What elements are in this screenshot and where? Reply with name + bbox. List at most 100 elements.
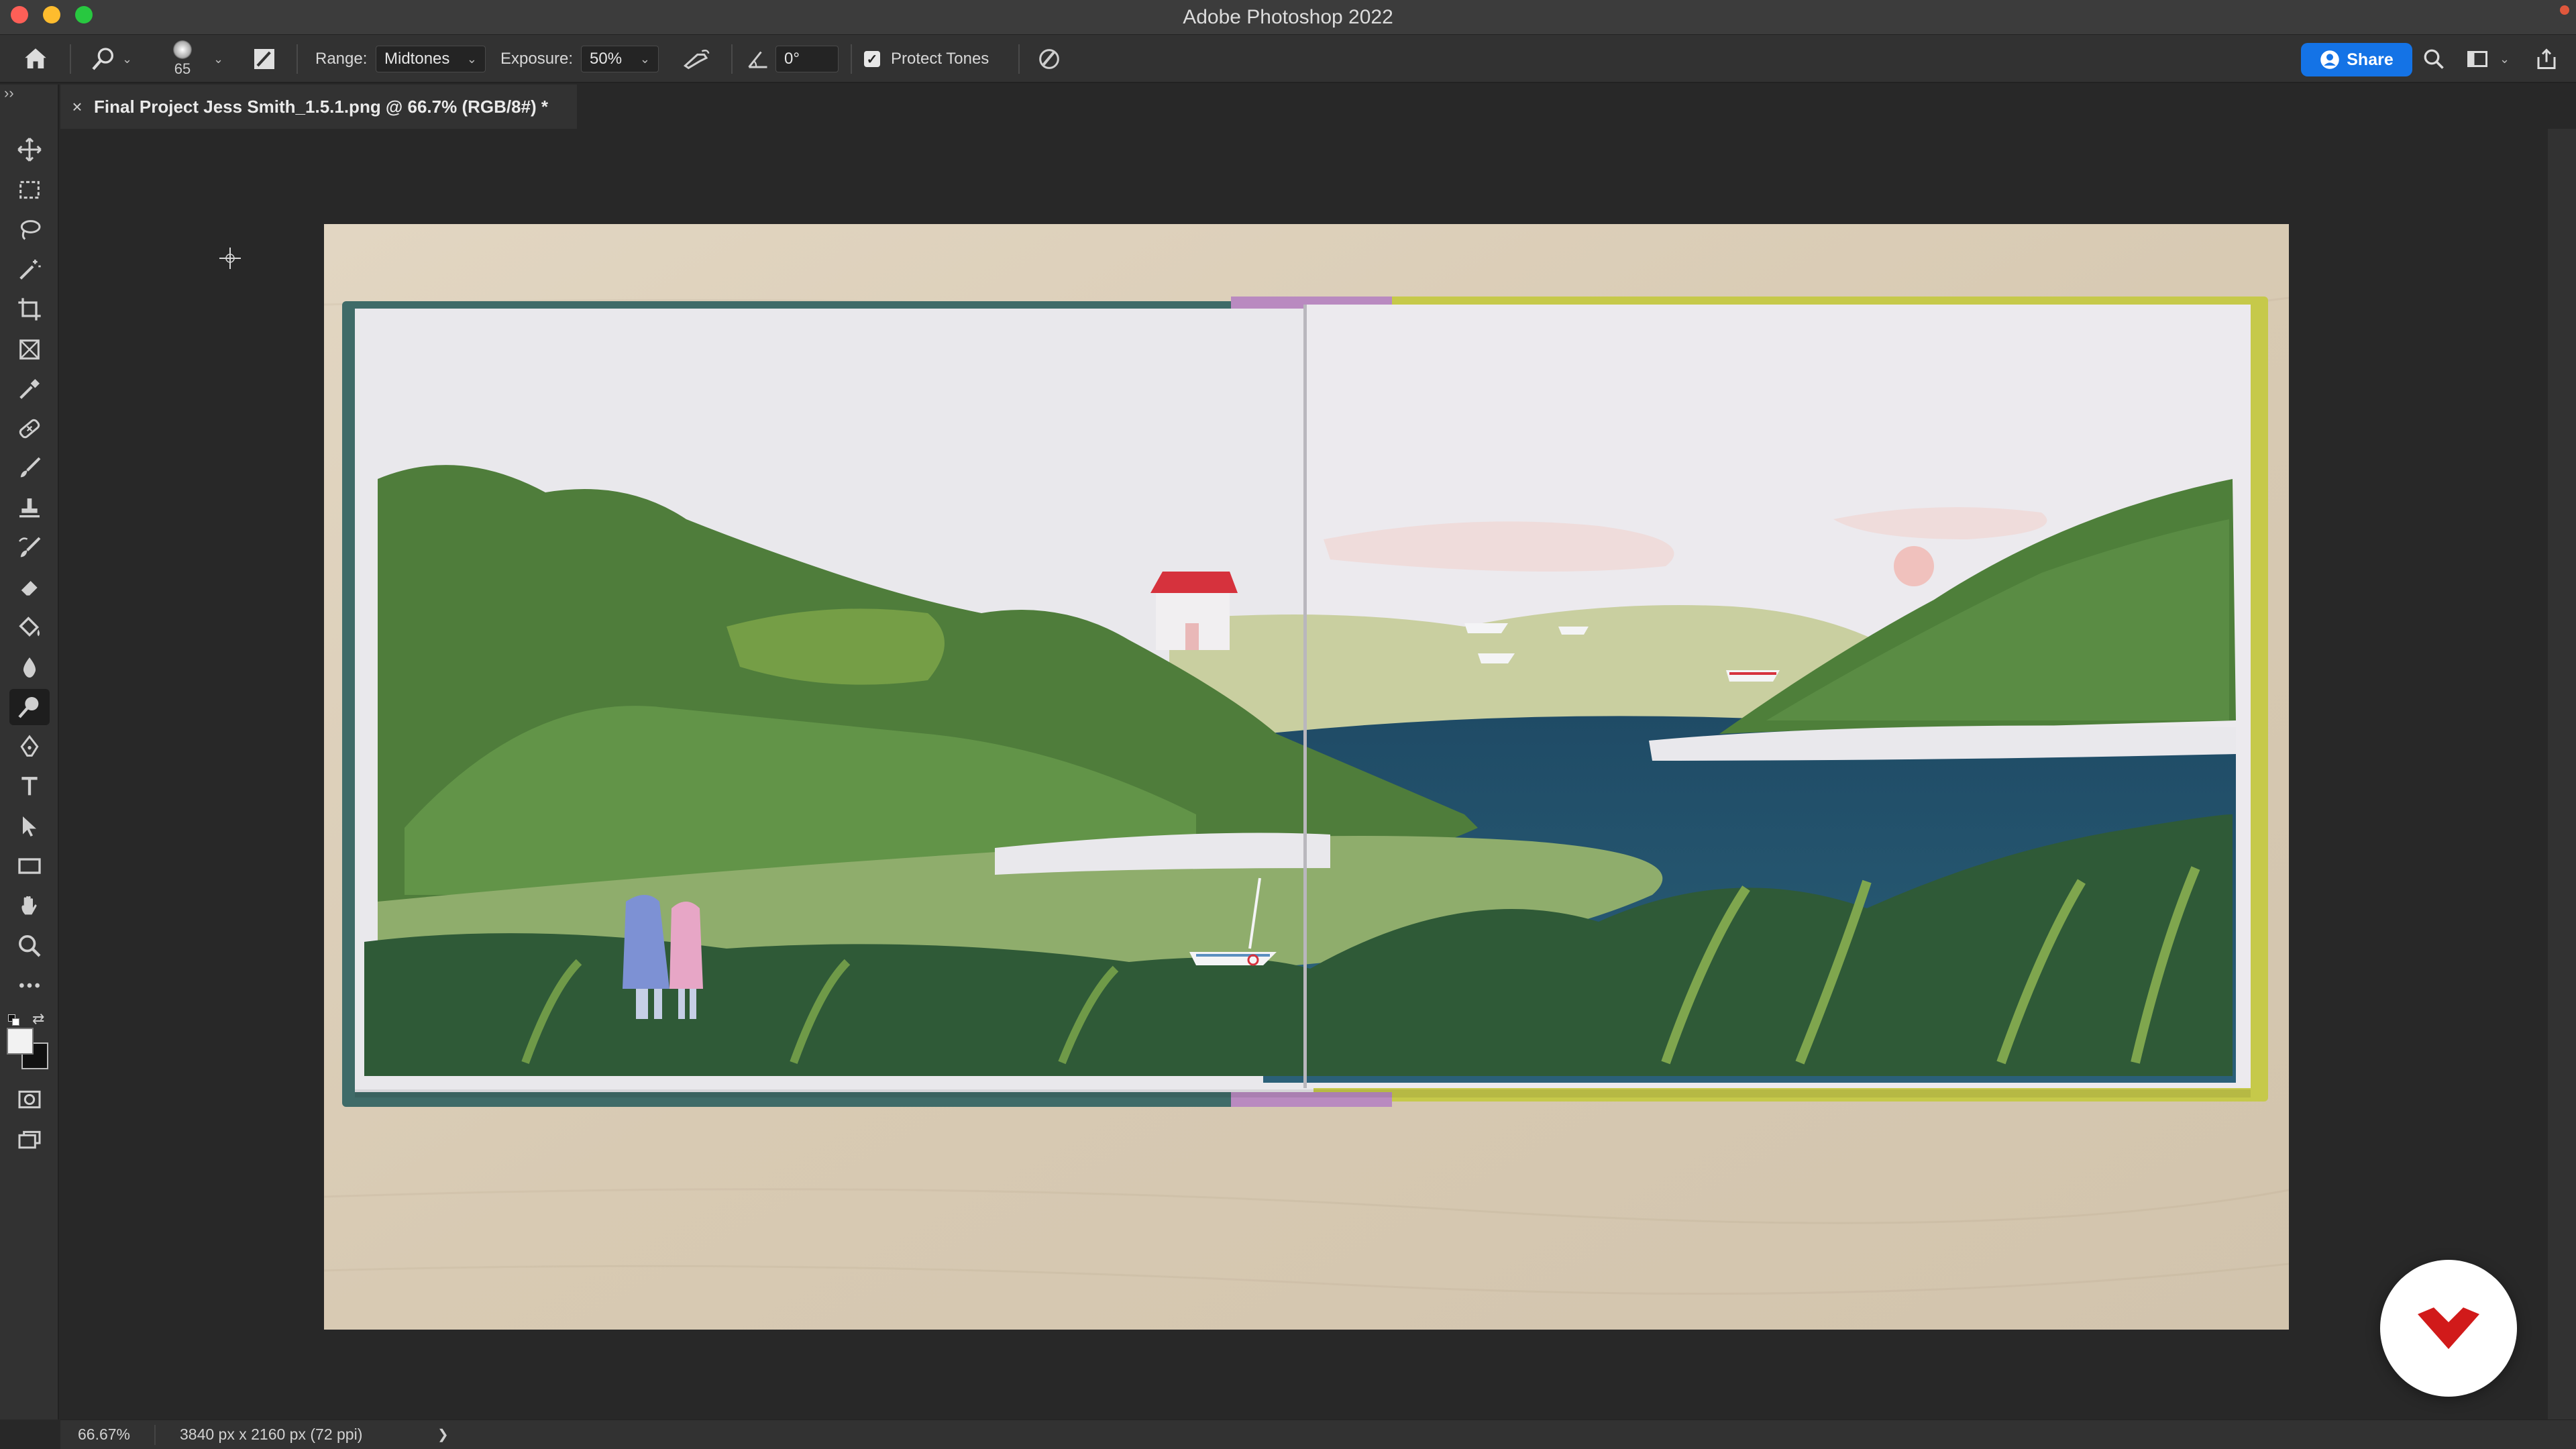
exposure-field[interactable]: 50% ⌄ xyxy=(581,46,659,72)
eraser-tool-icon xyxy=(19,581,38,598)
rectangle-tool[interactable] xyxy=(9,848,50,884)
airbrush-button[interactable] xyxy=(682,35,711,83)
crosshair-cursor-icon xyxy=(219,248,241,269)
range-label: Range: xyxy=(315,50,368,68)
clone-stamp-tool[interactable] xyxy=(9,490,50,527)
protect-tones-toggle[interactable]: ✓ Protect Tones xyxy=(864,35,989,83)
document-info: 3840 px x 2160 px (72 ppi) xyxy=(180,1426,363,1443)
divider xyxy=(851,44,852,74)
path-selection-tool-icon xyxy=(23,816,36,837)
default-colors-icon[interactable] xyxy=(8,1014,20,1026)
eyedropper-tool[interactable] xyxy=(9,371,50,407)
brush-settings-icon xyxy=(254,49,274,69)
chevron-down-icon[interactable]: ⌄ xyxy=(213,52,223,66)
panel-dock-edge xyxy=(2548,129,2576,1419)
home-icon xyxy=(25,48,46,68)
workspace-switcher[interactable]: ⌄ xyxy=(2465,35,2510,83)
pen-tool-icon xyxy=(20,735,39,757)
crop-tool-icon xyxy=(18,298,41,321)
frame-tool-icon xyxy=(19,339,40,360)
export-button[interactable] xyxy=(2534,35,2559,83)
brush-tool[interactable] xyxy=(9,450,50,486)
marquee-tool-icon xyxy=(19,180,40,199)
chevron-down-icon: ⌄ xyxy=(466,52,477,66)
zoom-tool-icon xyxy=(19,935,41,957)
brush-settings-button[interactable] xyxy=(251,35,278,83)
logo-mark-icon xyxy=(2418,1307,2479,1349)
tool-preset-picker[interactable]: ⌄ xyxy=(90,35,132,83)
marquee-tool[interactable] xyxy=(9,172,50,208)
path-selection-tool[interactable] xyxy=(9,808,50,845)
paint-bucket-tool[interactable] xyxy=(9,609,50,645)
rectangle-tool-icon xyxy=(18,858,41,874)
eyedropper-tool-icon xyxy=(19,379,40,399)
eraser-tool[interactable] xyxy=(9,570,50,606)
hand-tool[interactable] xyxy=(9,888,50,924)
dodge-tool[interactable] xyxy=(9,689,50,725)
protect-tones-label: Protect Tones xyxy=(891,50,989,68)
chevron-down-icon: ⌄ xyxy=(2500,52,2510,66)
share-button[interactable]: Share xyxy=(2301,43,2412,76)
search-icon xyxy=(2424,49,2444,69)
range-value: Midtones xyxy=(384,50,450,68)
angle-value: 0° xyxy=(784,50,800,68)
brush-tip-icon xyxy=(173,40,192,59)
healing-brush-tool-icon xyxy=(19,419,40,439)
divider xyxy=(731,44,733,74)
chevron-down-icon: ⌄ xyxy=(122,52,133,66)
share-label: Share xyxy=(2347,50,2394,69)
dodge-tool-icon xyxy=(18,697,39,718)
healing-brush-tool[interactable] xyxy=(9,411,50,447)
lasso-tool[interactable] xyxy=(9,212,50,248)
quick-mask-button[interactable] xyxy=(9,1081,50,1118)
crop-tool[interactable] xyxy=(9,291,50,327)
home-button[interactable] xyxy=(21,35,50,83)
window-title: Adobe Photoshop 2022 xyxy=(1183,6,1393,28)
pen-tool[interactable] xyxy=(9,729,50,765)
user-icon xyxy=(2320,50,2339,69)
more-tools-button[interactable] xyxy=(9,967,50,1004)
zoom-tool[interactable] xyxy=(9,928,50,964)
airbrush-icon xyxy=(683,49,710,70)
frame-tool[interactable] xyxy=(9,331,50,368)
move-tool[interactable] xyxy=(9,131,50,168)
brush-picker[interactable]: 65 xyxy=(173,35,192,83)
status-bar: 66.67% 3840 px x 2160 px (72 ppi) ❯ xyxy=(60,1419,2576,1449)
screen-mode-button[interactable] xyxy=(9,1122,50,1158)
blur-tool-icon xyxy=(23,657,36,678)
tools-panel: ›› ⇄ xyxy=(0,85,59,1419)
type-tool[interactable] xyxy=(9,768,50,804)
document-canvas[interactable] xyxy=(324,224,2289,1330)
magic-wand-tool-icon xyxy=(19,260,41,280)
hand-tool-icon xyxy=(21,896,37,915)
clone-stamp-tool-icon xyxy=(19,498,40,518)
status-menu-arrow[interactable]: ❯ xyxy=(437,1426,449,1443)
collapse-toolbar-icon[interactable]: ›› xyxy=(4,85,14,102)
export-icon xyxy=(2537,48,2556,69)
pressure-pen-icon xyxy=(1039,49,1059,69)
lasso-tool-icon xyxy=(20,220,41,240)
pressure-size-button[interactable] xyxy=(1036,35,1063,83)
dodge-tool-icon xyxy=(92,48,113,70)
magic-wand-tool[interactable] xyxy=(9,252,50,288)
history-brush-tool-icon xyxy=(19,537,41,557)
angle-icon xyxy=(748,51,767,68)
type-tool-icon xyxy=(21,777,38,796)
protect-tones-checkbox[interactable]: ✓ xyxy=(864,51,880,67)
blur-tool[interactable] xyxy=(9,649,50,686)
search-button[interactable] xyxy=(2422,35,2446,83)
range-select[interactable]: Midtones ⌄ xyxy=(376,46,486,72)
close-tab-icon[interactable]: × xyxy=(60,97,94,117)
document-tab[interactable]: × Final Project Jess Smith_1.5.1.png @ 6… xyxy=(60,85,577,129)
workspace-icon xyxy=(2467,51,2487,67)
book-illustration-image xyxy=(324,224,2289,1330)
history-brush-tool[interactable] xyxy=(9,530,50,566)
foreground-color-swatch[interactable] xyxy=(7,1028,34,1055)
exposure-value: 50% xyxy=(590,50,623,68)
zoom-level-field[interactable]: 66.67% xyxy=(60,1426,154,1444)
angle-field[interactable]: 0° xyxy=(775,46,839,72)
document-tab-title: Final Project Jess Smith_1.5.1.png @ 66.… xyxy=(94,96,549,117)
move-tool-icon xyxy=(17,138,42,162)
swap-colors-icon[interactable]: ⇄ xyxy=(32,1010,44,1028)
chevron-down-icon: ⌄ xyxy=(639,52,650,66)
